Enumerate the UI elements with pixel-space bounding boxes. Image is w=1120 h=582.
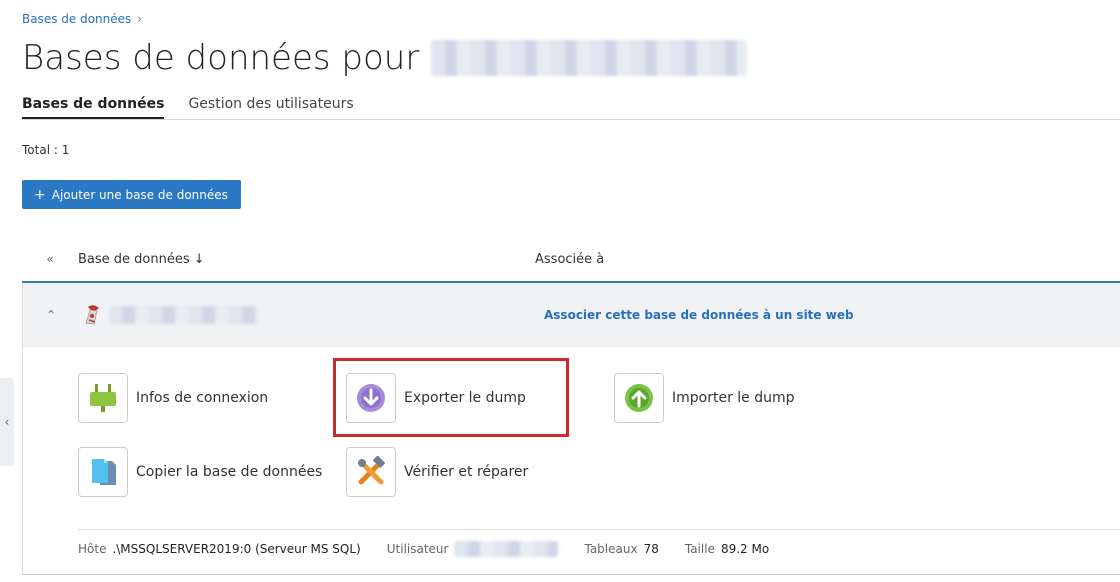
copy-documents-icon [78,447,128,497]
host-label: Hôte [78,542,107,556]
plus-icon: + [34,186,46,203]
chevron-left-icon: ‹ [4,415,10,429]
associate-website-link[interactable]: Associer cette base de données à un site… [544,308,854,322]
chevron-right-icon: › [137,12,143,26]
tab-databases[interactable]: Bases de données [22,96,165,119]
size-label: Taille [684,542,715,556]
table-header: « Base de données ↓ Associée à [22,237,1120,283]
add-database-label: Ajouter une base de données [51,187,228,202]
action-connection-info[interactable]: Infos de connexion [78,373,268,423]
user-label: Utilisateur [386,542,449,556]
tables-label: Tableaux [584,542,638,556]
tools-icon [346,447,396,497]
action-copy-database-label: Copier la base de données [136,464,323,480]
action-check-repair[interactable]: Vérifier et réparer [346,447,528,497]
action-connection-info-label: Infos de connexion [136,390,269,406]
action-copy-database[interactable]: Copier la base de données [78,447,322,497]
page-title: Bases de données pour [22,38,748,78]
total-count: Total : 1 [22,143,70,157]
breadcrumb: Bases de données › [22,12,142,26]
redacted-domain [431,40,748,76]
page-title-text: Bases de données pour [22,38,420,78]
action-check-repair-label: Vérifier et réparer [404,464,529,480]
sidebar-toggle-handle[interactable]: ‹ [0,378,14,466]
breadcrumb-link-databases[interactable]: Bases de données [22,12,131,26]
column-header-associated: Associée à [535,251,605,267]
plug-icon [78,373,128,423]
host-value: .\MSSQLSERVER2019:0 (Serveur MS SQL) [112,542,361,556]
column-header-database[interactable]: Base de données ↓ [78,252,535,267]
highlight-box [333,358,569,437]
action-import-dump[interactable]: Importer le dump [614,373,795,423]
mssql-database-icon [85,305,99,325]
redacted-database-name [109,306,259,324]
tab-user-management[interactable]: Gestion des utilisateurs [188,96,353,119]
redacted-user [454,541,559,557]
tab-bar: Bases de données Gestion des utilisateur… [22,96,1120,120]
tables-value: 78 [643,542,659,556]
add-database-button[interactable]: + Ajouter une base de données [22,180,241,209]
database-info-bar: Hôte .\MSSQLSERVER2019:0 (Serveur MS SQL… [78,529,1120,557]
table-row: ⌃ Associer cette base de données à un si… [22,283,1120,347]
import-upload-icon [614,373,664,423]
collapse-all-icon[interactable]: « [22,252,78,266]
action-import-dump-label: Importer le dump [672,390,795,406]
collapse-row-icon[interactable]: ⌃ [23,308,79,322]
size-value: 89.2 Mo [720,542,770,556]
